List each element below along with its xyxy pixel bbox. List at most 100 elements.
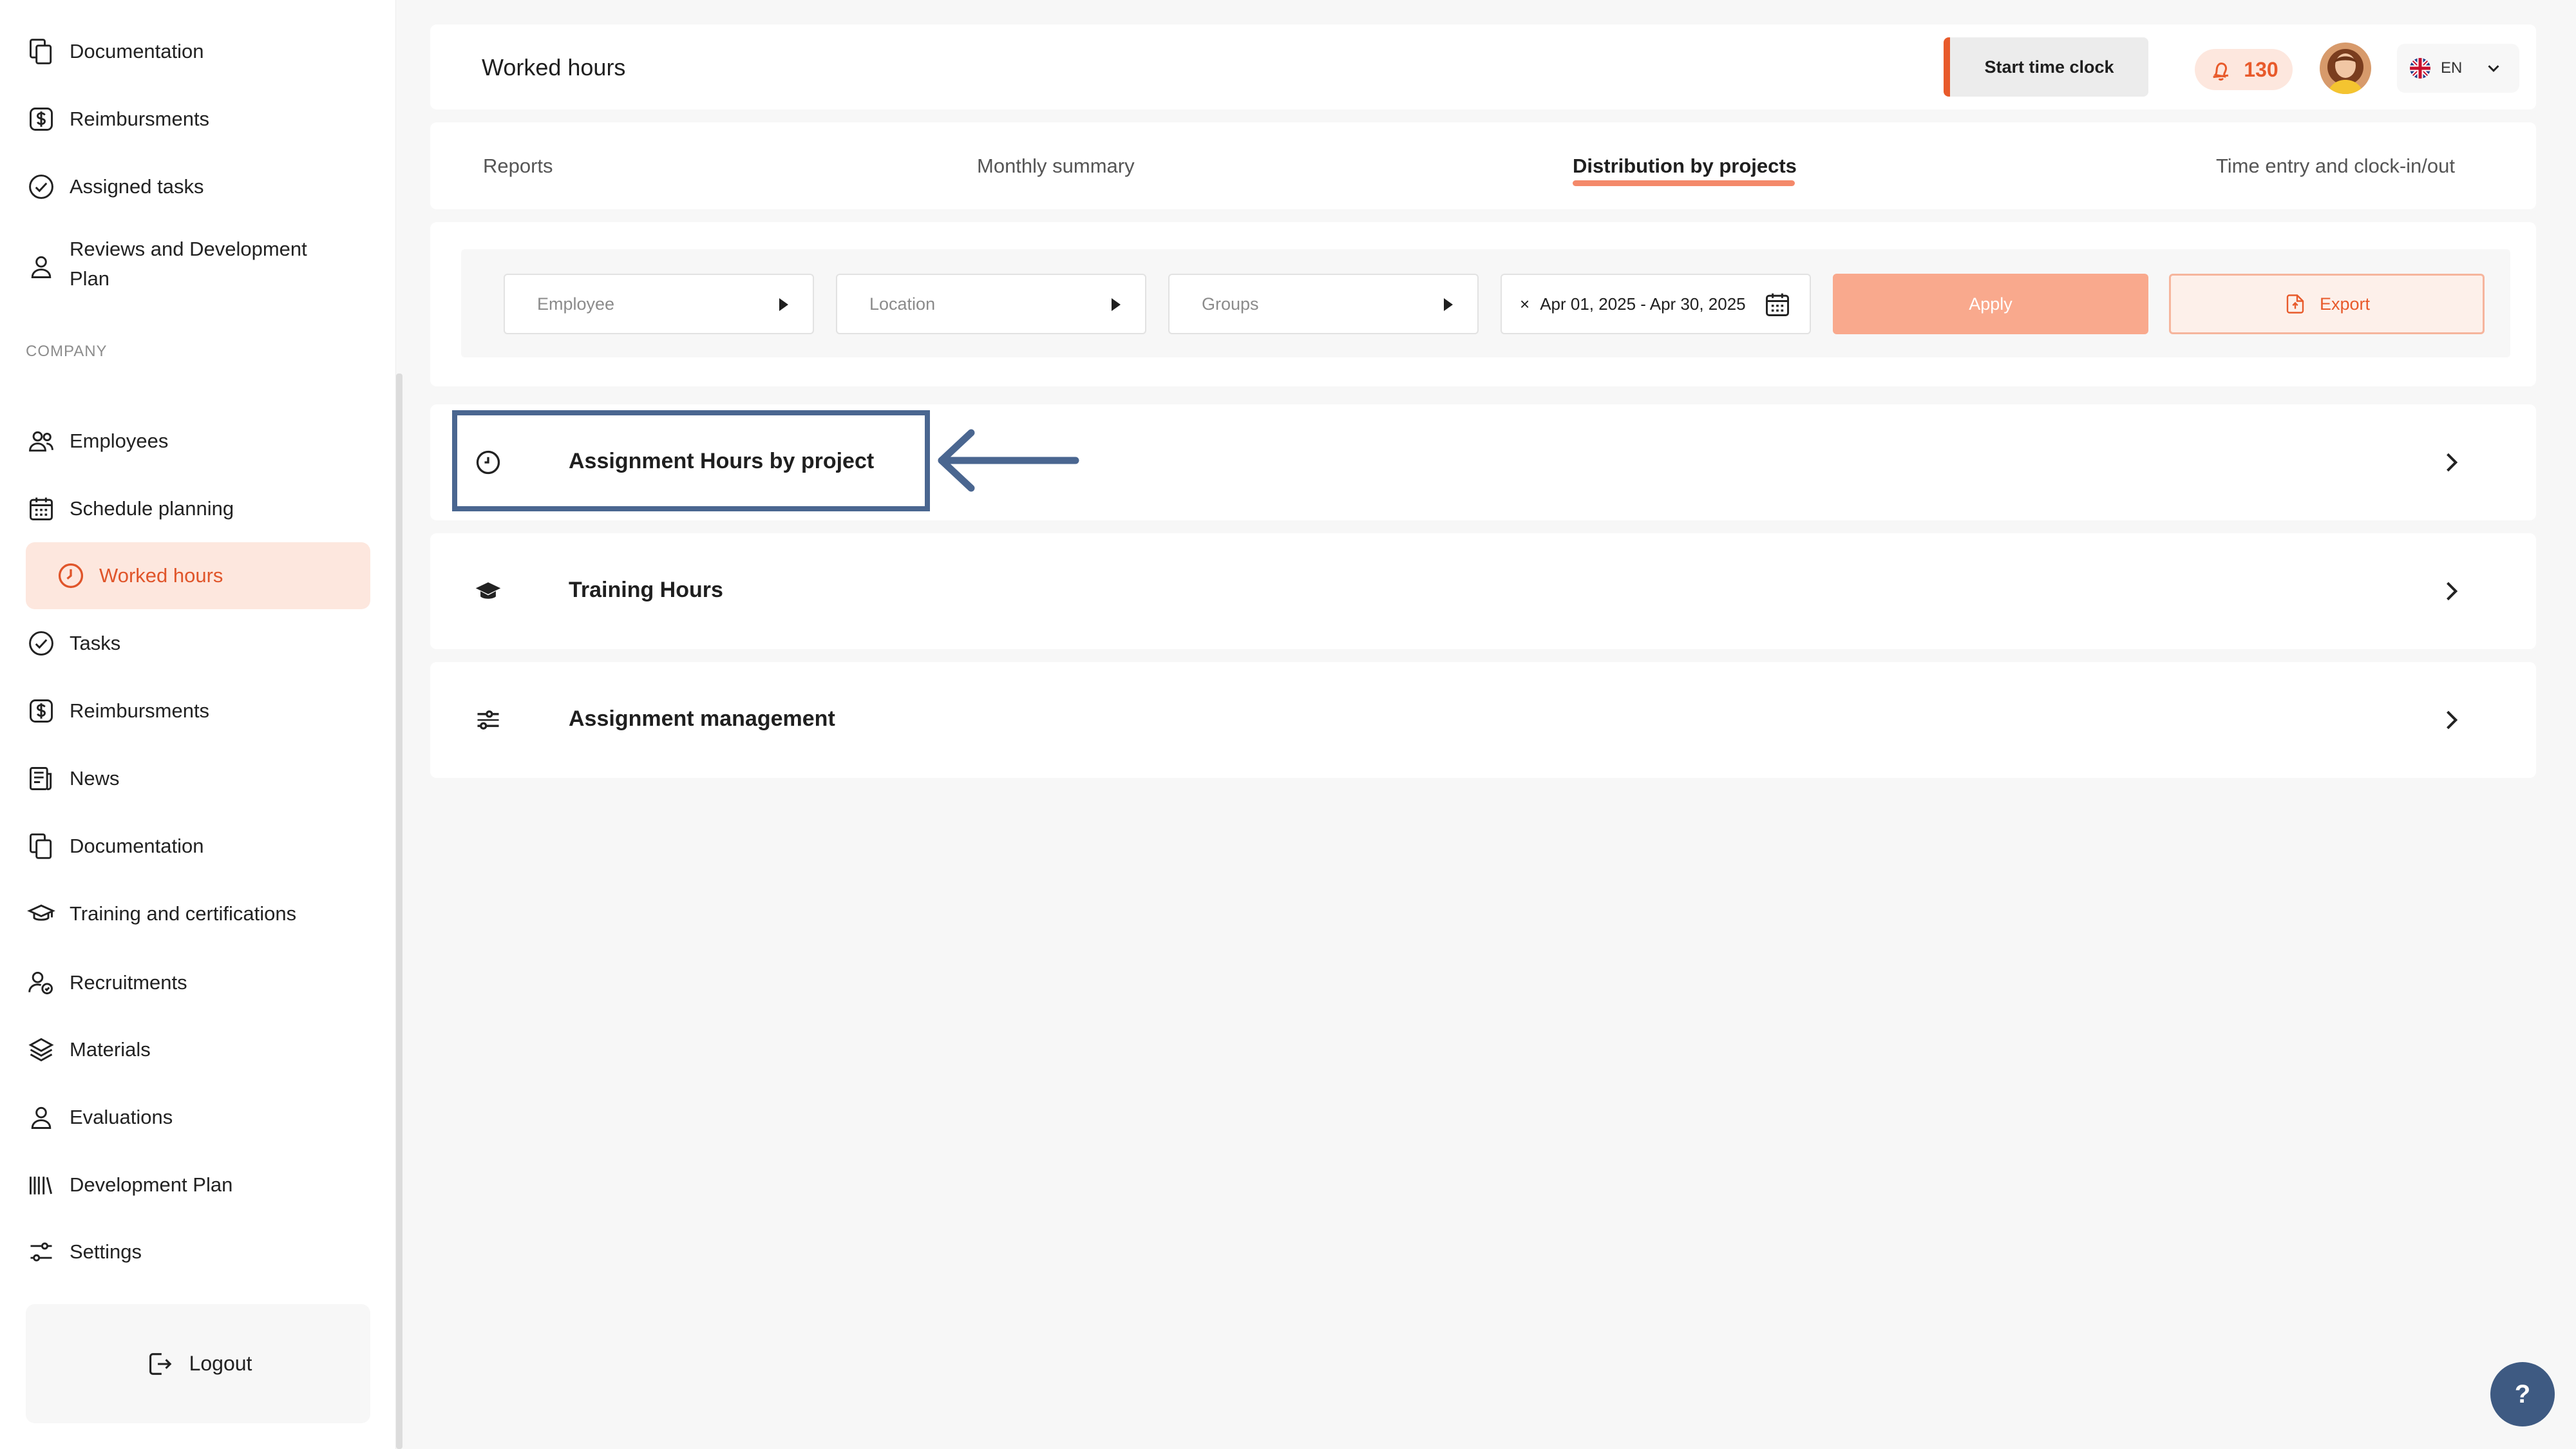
sidebar-item-employees[interactable]: Employees bbox=[26, 408, 370, 475]
clear-date-button[interactable]: × bbox=[1520, 294, 1530, 314]
language-selector[interactable]: EN bbox=[2397, 44, 2519, 93]
report-row-label: Training Hours bbox=[569, 578, 723, 602]
date-range-field[interactable]: × Apr 01, 2025 - Apr 30, 2025 bbox=[1501, 274, 1811, 334]
tab-time-entry[interactable]: Time entry and clock-in/out bbox=[2216, 155, 2455, 178]
sidebar-item-reimbursments[interactable]: Reimbursments bbox=[26, 86, 370, 153]
annotation-arrow-icon bbox=[938, 429, 1079, 492]
start-time-clock-button[interactable]: Start time clock bbox=[1944, 37, 2148, 97]
sidebar-item-documentation-company[interactable]: Documentation bbox=[26, 813, 370, 880]
location-filter[interactable]: Location bbox=[836, 274, 1146, 334]
sidebar-item-documentation[interactable]: Documentation bbox=[26, 18, 370, 85]
bell-icon bbox=[2213, 62, 2229, 81]
check-circle-icon bbox=[29, 175, 53, 199]
sidebar-item-worked-hours[interactable]: Worked hours bbox=[26, 542, 370, 609]
sidebar-item-training[interactable]: Training and certifications bbox=[26, 880, 370, 947]
tabs-bar: Reports Monthly summary Distribution by … bbox=[430, 122, 2536, 209]
sliders-icon bbox=[30, 1242, 52, 1262]
sidebar-item-label: Recruitments bbox=[70, 971, 187, 994]
chevron-down-icon bbox=[2488, 65, 2499, 72]
sidebar-scrollbar[interactable] bbox=[396, 374, 402, 1449]
sidebar-item-schedule-planning[interactable]: Schedule planning bbox=[26, 475, 370, 542]
help-button[interactable]: ? bbox=[2490, 1362, 2555, 1426]
dollar-icon bbox=[30, 108, 53, 131]
sidebar-item-label: Tasks bbox=[70, 632, 121, 654]
sidebar-item-tasks[interactable]: Tasks bbox=[26, 610, 370, 677]
location-filter-placeholder: Location bbox=[869, 294, 936, 314]
people-icon bbox=[29, 431, 53, 452]
employee-filter[interactable]: Employee bbox=[504, 274, 814, 334]
dollar-icon bbox=[30, 699, 53, 723]
sidebar-item-recruitments[interactable]: Recruitments bbox=[26, 949, 370, 1016]
sidebar-item-label: Reimbursments bbox=[70, 108, 210, 130]
caret-right-icon bbox=[1112, 298, 1121, 311]
layers-icon bbox=[28, 1037, 54, 1062]
groups-filter[interactable]: Groups bbox=[1168, 274, 1479, 334]
news-icon bbox=[30, 767, 52, 790]
filters-bar: Employee Location Groups × Apr 01, 2025 … bbox=[461, 249, 2510, 357]
language-label: EN bbox=[2441, 59, 2463, 77]
sidebar-item-label: Documentation bbox=[70, 40, 204, 62]
person-icon bbox=[31, 256, 52, 278]
sidebar-item-label: Evaluations bbox=[70, 1106, 173, 1128]
sidebar-item-label: Reviews and Development Plan bbox=[70, 238, 307, 290]
caret-right-icon bbox=[779, 298, 788, 311]
sidebar-item-label: Development Plan bbox=[70, 1173, 233, 1196]
avatar[interactable] bbox=[2320, 43, 2371, 94]
app-root: Documentation Reimbursments Assigned tas… bbox=[0, 0, 2576, 1449]
sidebar-item-materials[interactable]: Materials bbox=[26, 1016, 370, 1083]
sidebar-item-reimbursments-company[interactable]: Reimbursments bbox=[26, 677, 370, 744]
groups-filter-placeholder: Groups bbox=[1202, 294, 1259, 314]
sidebar-item-label: Documentation bbox=[70, 835, 204, 857]
sidebar-item-evaluations[interactable]: Evaluations bbox=[26, 1084, 370, 1151]
filters-card: Employee Location Groups × Apr 01, 2025 … bbox=[430, 222, 2536, 386]
calendar-icon[interactable] bbox=[1763, 290, 1792, 319]
employee-filter-placeholder: Employee bbox=[537, 294, 615, 314]
uk-flag-icon bbox=[2410, 58, 2430, 79]
chevron-right-icon bbox=[2447, 582, 2458, 601]
active-tab-indicator bbox=[1573, 180, 1795, 186]
date-range-value: Apr 01, 2025 - Apr 30, 2025 bbox=[1540, 294, 1746, 314]
sliders-icon bbox=[477, 710, 499, 730]
graduation-cap-icon bbox=[475, 582, 501, 599]
sidebar-item-settings[interactable]: Settings bbox=[26, 1218, 370, 1285]
top-header: Worked hours Start time clock 130 EN bbox=[430, 24, 2536, 109]
chevron-right-icon bbox=[2447, 710, 2458, 730]
sidebar-item-assigned-tasks[interactable]: Assigned tasks bbox=[26, 153, 370, 220]
page-title: Worked hours bbox=[482, 54, 626, 80]
check-circle-icon bbox=[29, 631, 53, 656]
sidebar-item-label: Settings bbox=[70, 1240, 142, 1263]
sidebar-item-label: Worked hours bbox=[99, 564, 223, 587]
avatar-image bbox=[2320, 43, 2371, 94]
export-button[interactable]: Export bbox=[2169, 274, 2485, 334]
logout-label: Logout bbox=[189, 1352, 252, 1375]
tab-monthly-summary[interactable]: Monthly summary bbox=[977, 155, 1135, 178]
sidebar-item-label: Assigned tasks bbox=[70, 175, 204, 198]
sidebar-item-label: Training and certifications bbox=[70, 902, 297, 925]
clock-icon bbox=[58, 563, 84, 589]
sidebar-item-news[interactable]: News bbox=[26, 745, 370, 812]
sidebar-item-reviews[interactable]: Reviews and Development Plan bbox=[26, 227, 370, 310]
sidebar-item-label: News bbox=[70, 767, 120, 790]
sidebar-item-development-plan[interactable]: Development Plan bbox=[26, 1151, 370, 1218]
sidebar-item-label: Materials bbox=[70, 1038, 151, 1061]
sidebar-item-label: Employees bbox=[70, 430, 169, 452]
sidebar: Documentation Reimbursments Assigned tas… bbox=[0, 0, 396, 1449]
notification-count: 130 bbox=[2244, 57, 2278, 81]
sidebar-item-label: Schedule planning bbox=[70, 497, 234, 520]
annotation-highlight-box bbox=[452, 410, 930, 511]
documents-icon bbox=[30, 833, 52, 859]
report-row-training-hours[interactable]: Training Hours bbox=[430, 533, 2536, 649]
logout-button[interactable]: Logout bbox=[26, 1304, 370, 1423]
documents-icon bbox=[30, 39, 52, 64]
apply-button[interactable]: Apply bbox=[1833, 274, 2148, 334]
report-row-assignment-management[interactable]: Assignment management bbox=[430, 662, 2536, 778]
caret-right-icon bbox=[1444, 298, 1453, 311]
chevron-right-icon bbox=[2447, 453, 2458, 472]
tab-distribution-by-projects[interactable]: Distribution by projects bbox=[1573, 155, 1797, 178]
report-row-label: Assignment management bbox=[569, 706, 835, 731]
calendar-icon bbox=[30, 497, 53, 520]
notifications-button[interactable]: 130 bbox=[2195, 49, 2293, 90]
person-icon bbox=[31, 1106, 52, 1129]
graduation-cap-icon bbox=[27, 904, 55, 921]
tab-reports[interactable]: Reports bbox=[483, 155, 553, 178]
